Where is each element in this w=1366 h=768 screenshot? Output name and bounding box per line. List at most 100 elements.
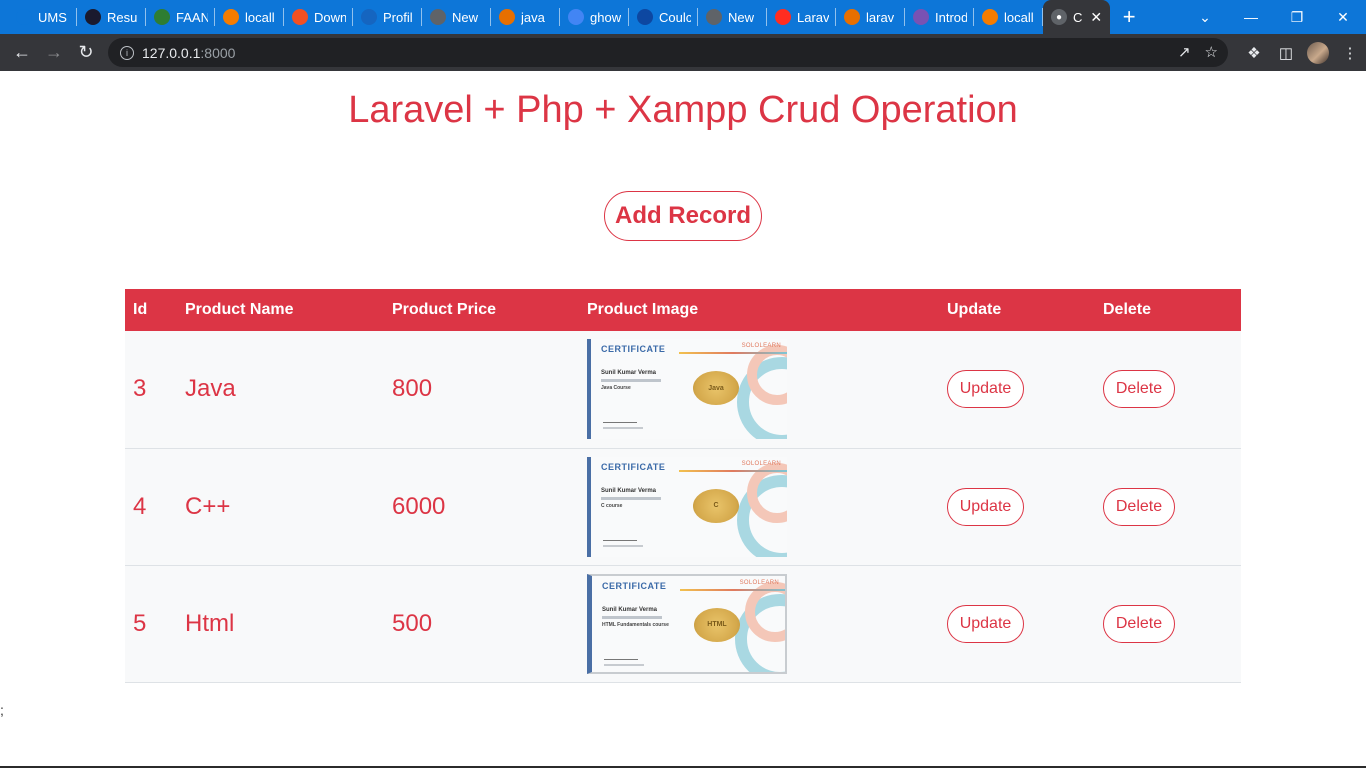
cert-course: C course bbox=[601, 502, 623, 509]
tab-strip: UMS Resu FAAN locall Down Profil New java ghow Co… bbox=[0, 0, 1366, 34]
google-icon bbox=[568, 9, 584, 25]
cell-update: Update bbox=[939, 448, 1095, 565]
back-arrow-icon[interactable]: ← bbox=[6, 37, 38, 69]
header-product-image: Product Image bbox=[587, 301, 699, 318]
cert-brand: SOLOLEARN bbox=[739, 579, 779, 586]
cell-delete: Delete bbox=[1095, 565, 1241, 682]
header-product-name: Product Name bbox=[185, 301, 294, 318]
cell-update: Update bbox=[939, 331, 1095, 448]
tab-title: java bbox=[521, 9, 545, 25]
extensions-puzzle-icon[interactable]: ❖ bbox=[1238, 37, 1270, 69]
java-icon bbox=[844, 9, 860, 25]
header-update: Update bbox=[947, 301, 1002, 318]
tab-title: UMS bbox=[38, 9, 67, 25]
cert-signature bbox=[603, 535, 637, 541]
tab-active-title: C bbox=[1073, 9, 1083, 25]
new-tab-button[interactable]: + bbox=[1114, 2, 1144, 32]
site-info-icon[interactable]: i bbox=[120, 45, 134, 60]
add-record-button[interactable]: Add Record bbox=[604, 191, 762, 241]
java-icon bbox=[499, 9, 515, 25]
stray-text: ; bbox=[0, 702, 4, 718]
cell-product-name: C++ bbox=[185, 492, 231, 520]
xampp-icon bbox=[982, 9, 998, 25]
minimize-icon[interactable]: — bbox=[1228, 0, 1274, 34]
cell-id: 4 bbox=[133, 492, 147, 520]
cert-brand: SOLOLEARN bbox=[741, 460, 781, 467]
delete-button[interactable]: Delete bbox=[1103, 370, 1175, 409]
browser-toolbar: ← → ↻ i 127.0.0.1:8000 ↗ ☆ ❖ ◫ ⋮ bbox=[0, 34, 1366, 71]
table-header-row: Id Product Name Product Price Product Im… bbox=[125, 289, 1241, 331]
cert-brand: SOLOLEARN bbox=[741, 343, 781, 350]
cert-subline bbox=[602, 615, 662, 619]
address-bar[interactable]: i 127.0.0.1:8000 ↗ ☆ bbox=[108, 38, 1228, 67]
page-title: Laravel + Php + Xampp Crud Operation bbox=[348, 89, 1018, 131]
tab-0[interactable]: UMS bbox=[8, 4, 76, 30]
leaf-icon bbox=[154, 9, 170, 25]
tab-title: Introd bbox=[935, 9, 967, 25]
delete-button[interactable]: Delete bbox=[1103, 604, 1175, 643]
cell-product-price: 6000 bbox=[392, 492, 446, 520]
url-host: 127.0.0.1 bbox=[142, 44, 201, 61]
reload-icon[interactable]: ↻ bbox=[70, 37, 102, 69]
tab-5[interactable]: Profil bbox=[353, 4, 421, 30]
update-button[interactable]: Update bbox=[947, 370, 1024, 409]
tab-12[interactable]: larav bbox=[836, 4, 904, 30]
tab-8[interactable]: ghow bbox=[560, 4, 628, 30]
cell-product-name: Java bbox=[185, 375, 236, 403]
tab-3[interactable]: locall bbox=[215, 4, 283, 30]
delete-button[interactable]: Delete bbox=[1103, 487, 1175, 526]
forward-arrow-icon[interactable]: → bbox=[38, 37, 70, 69]
tab-title: larav bbox=[866, 9, 895, 25]
update-button[interactable]: Update bbox=[947, 604, 1024, 643]
menu-kebab-icon[interactable]: ⋮ bbox=[1334, 37, 1366, 69]
tab-title: Larav bbox=[797, 9, 829, 25]
close-window-icon[interactable]: ✕ bbox=[1320, 0, 1366, 34]
cert-subline bbox=[601, 379, 661, 383]
tab-2[interactable]: FAAN bbox=[146, 4, 214, 30]
page-content: Laravel + Php + Xampp Crud Operation Add… bbox=[0, 71, 1366, 768]
cert-seal-icon: Java bbox=[693, 371, 739, 406]
globe-icon bbox=[16, 9, 32, 25]
k-logo-icon bbox=[361, 9, 377, 25]
tab-title: FAAN bbox=[176, 9, 208, 25]
bookmark-star-icon[interactable]: ☆ bbox=[1205, 43, 1218, 61]
restore-icon[interactable]: ❐ bbox=[1274, 0, 1320, 34]
cell-product-name: Html bbox=[185, 609, 235, 637]
tab-active[interactable]: ● C ✕ bbox=[1043, 0, 1111, 34]
cert-course: HTML Fundamentals course bbox=[602, 621, 669, 628]
tab-4[interactable]: Down bbox=[284, 4, 352, 30]
chrome-icon bbox=[706, 9, 722, 25]
cert-footer-line bbox=[603, 544, 643, 547]
cert-title: CERTIFICATE bbox=[601, 344, 666, 355]
tab-title: New bbox=[728, 9, 755, 25]
product-image-certificate: CERTIFICATE SOLOLEARN Sunil Kumar Verma C c… bbox=[587, 456, 787, 557]
tab-7[interactable]: java bbox=[491, 4, 559, 30]
cert-recipient: Sunil Kumar Verma bbox=[601, 370, 657, 377]
tab-13[interactable]: Introd bbox=[905, 4, 973, 30]
laravel-icon bbox=[775, 9, 791, 25]
share-icon[interactable]: ↗ bbox=[1178, 43, 1191, 61]
tab-title: New bbox=[452, 9, 479, 25]
tab-1[interactable]: Resu bbox=[77, 4, 145, 30]
table-row: 3 Java 800 CERTIFICATE SOLOLEARN Sunil Kumar … bbox=[125, 331, 1241, 448]
tab-6[interactable]: New bbox=[422, 4, 490, 30]
tab-10[interactable]: New bbox=[698, 4, 766, 30]
cell-id: 5 bbox=[133, 609, 147, 637]
profile-avatar[interactable] bbox=[1302, 37, 1334, 69]
tab-search-chevron-icon[interactable]: ⌄ bbox=[1182, 0, 1228, 34]
cert-footer-line bbox=[603, 427, 643, 430]
side-panel-icon[interactable]: ◫ bbox=[1270, 37, 1302, 69]
header-delete: Delete bbox=[1103, 301, 1152, 318]
cert-footer-line bbox=[604, 663, 644, 666]
pen-icon bbox=[637, 9, 653, 25]
cert-title: CERTIFICATE bbox=[602, 580, 667, 591]
tab-title: ghow bbox=[590, 9, 622, 25]
table-row: 5 Html 500 CERTIFICATE SOLOLEARN Sunil Kumar … bbox=[125, 565, 1241, 682]
tab-14[interactable]: locall bbox=[974, 4, 1042, 30]
r-logo-icon bbox=[85, 9, 101, 25]
tab-title: locall bbox=[245, 9, 275, 25]
tab-9[interactable]: Coulc bbox=[629, 4, 697, 30]
close-tab-icon[interactable]: ✕ bbox=[1090, 9, 1102, 26]
tab-11[interactable]: Larav bbox=[767, 4, 835, 30]
update-button[interactable]: Update bbox=[947, 487, 1024, 526]
